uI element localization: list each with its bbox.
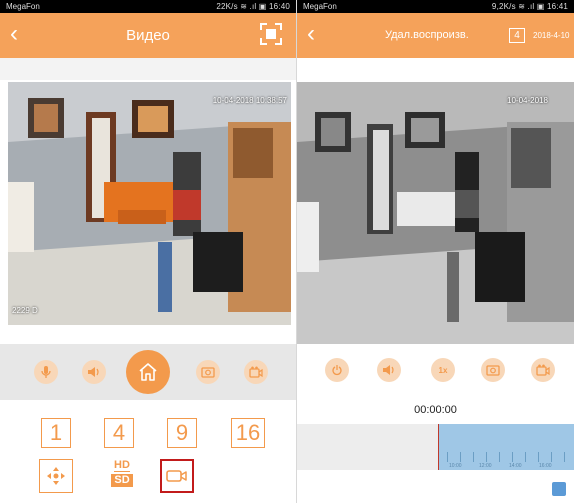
- home-button[interactable]: [126, 350, 170, 394]
- timeline-cursor[interactable]: [438, 424, 439, 470]
- speaker-button[interactable]: [377, 358, 401, 382]
- timeline-tick: [525, 452, 526, 462]
- back-icon[interactable]: ‹: [307, 20, 315, 48]
- timeline-label: 10:00: [449, 463, 462, 469]
- app-logo-icon: [552, 482, 566, 496]
- timeline-tick: [551, 452, 552, 462]
- power-icon: [332, 365, 342, 376]
- speed-button[interactable]: 1x: [431, 358, 455, 382]
- timeline-tick: [473, 452, 474, 462]
- page-title: Удал.воспроизв.: [385, 29, 469, 41]
- speaker-icon: [383, 365, 394, 375]
- playback-timecode: 00:00:00: [414, 404, 457, 416]
- playback-timeline[interactable]: 10:00 12:00 14:00 16:00: [297, 424, 574, 470]
- status-bar: MegaFon 9,2K/s ≋ .ıl ▣ 16:41: [297, 0, 574, 13]
- snapshot-button[interactable]: [481, 358, 505, 382]
- page-title: Видео: [126, 27, 170, 44]
- sd-label: SD: [111, 474, 133, 487]
- power-button[interactable]: [325, 358, 349, 382]
- video-osd-label: 2229 D: [12, 306, 38, 315]
- layout-16-button[interactable]: 16: [231, 418, 265, 448]
- camera-icon: [201, 367, 215, 378]
- top-bar: ‹ Видео: [0, 13, 296, 58]
- fullscreen-icon[interactable]: [260, 23, 282, 45]
- status-indicators: 9,2K/s ≋ .ıl ▣ 16:41: [491, 2, 568, 11]
- video-timestamp: 10-04-2018 10:38:57: [212, 96, 287, 105]
- status-bar: MegaFon 22K/s ≋ .ıl ▣ 16:40: [0, 0, 296, 13]
- ptz-arrows-icon: [47, 467, 65, 485]
- timeline-tick: [538, 452, 539, 462]
- microphone-icon: [41, 366, 51, 378]
- ptz-direction-button[interactable]: [39, 459, 73, 493]
- record-button[interactable]: [244, 360, 268, 384]
- layout-1-button[interactable]: 1: [41, 418, 71, 448]
- carrier-label: MegaFon: [6, 2, 40, 11]
- hd-sd-toggle[interactable]: HD SD: [106, 459, 138, 493]
- snapshot-button[interactable]: [196, 360, 220, 384]
- video-record-icon: [536, 364, 550, 376]
- live-controls-bar: [0, 344, 296, 400]
- video-timestamp: 10-04-2018: [507, 96, 548, 105]
- remote-playback-screen: MegaFon 9,2K/s ≋ .ıl ▣ 16:41 ‹ Удал.восп…: [297, 0, 574, 503]
- timeline-tick: [447, 452, 448, 462]
- camera-icon: [486, 365, 500, 376]
- layout-9-button[interactable]: 9: [167, 418, 197, 448]
- timeline-label: 12:00: [479, 463, 492, 469]
- top-bar: ‹ Удал.воспроизв. 4 2018-4-10: [297, 13, 574, 58]
- speaker-icon: [88, 367, 99, 377]
- video-record-icon: [249, 366, 263, 378]
- timeline-tick: [460, 452, 461, 462]
- timeline-tick: [512, 452, 513, 462]
- timeline-tick: [499, 452, 500, 462]
- hd-label: HD: [114, 459, 130, 472]
- spacer-strip: [0, 58, 296, 80]
- playback-controls-bar: 1x: [297, 344, 574, 394]
- speaker-button[interactable]: [82, 360, 106, 384]
- video-camera-icon: [166, 470, 187, 482]
- record-button[interactable]: [531, 358, 555, 382]
- carrier-label: MegaFon: [303, 2, 337, 11]
- timeline-tick: [486, 452, 487, 462]
- video-record-toggle[interactable]: [160, 459, 194, 493]
- screen-count-button[interactable]: 4: [509, 28, 525, 43]
- timeline-tick: [564, 452, 565, 462]
- layout-4-button[interactable]: 4: [104, 418, 134, 448]
- microphone-button[interactable]: [34, 360, 58, 384]
- status-indicators: 22K/s ≋ .ıl ▣ 16:40: [216, 2, 290, 11]
- live-video-view[interactable]: 10-04-2018 10:38:57 2229 D: [8, 82, 291, 325]
- timeline-label: 16:00: [539, 463, 552, 469]
- timeline-label: 14:00: [509, 463, 522, 469]
- playback-video-view[interactable]: 10-04-2018: [297, 82, 574, 344]
- playback-date[interactable]: 2018-4-10: [533, 13, 569, 58]
- live-video-screen: MegaFon 22K/s ≋ .ıl ▣ 16:40 ‹ Видео 10-0…: [0, 0, 296, 503]
- home-icon: [139, 363, 157, 381]
